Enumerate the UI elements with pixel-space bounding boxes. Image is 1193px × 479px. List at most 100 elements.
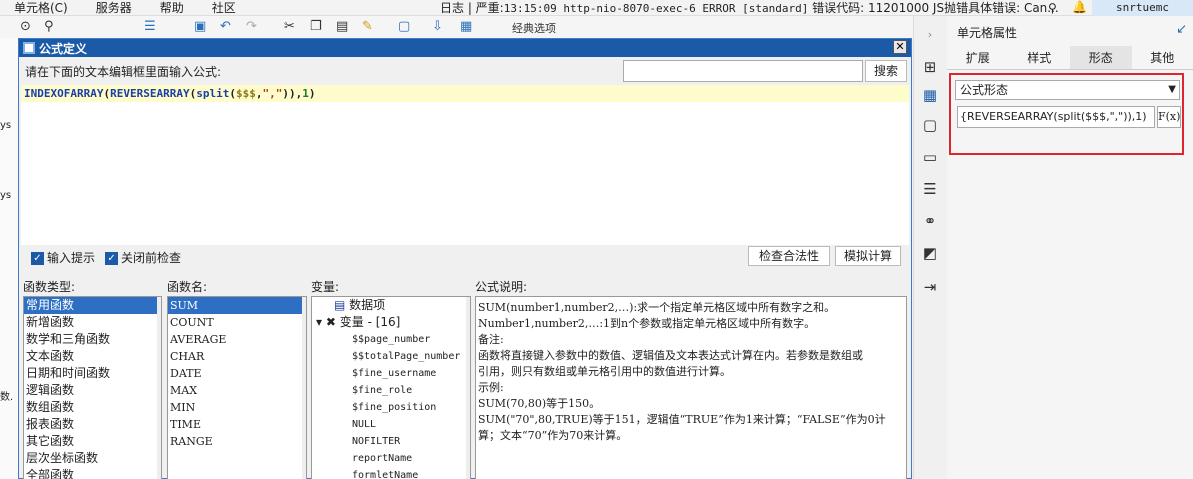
func-type-label: 函数类型:	[23, 280, 76, 294]
chevron-right-icon[interactable]: ›	[921, 26, 939, 44]
func-name-item[interactable]: CHAR	[168, 348, 306, 365]
formula-token: INDEXOFARRAY	[24, 87, 104, 100]
tab-expand[interactable]: 扩展	[947, 46, 1009, 69]
redo-icon[interactable]: ↷	[246, 19, 257, 34]
variable-item[interactable]: NOFILTER	[312, 433, 470, 450]
variable-item[interactable]: $fine_position	[312, 399, 470, 416]
pin-icon[interactable]: ↙	[1176, 22, 1187, 37]
func-name-item[interactable]: DATE	[168, 365, 306, 382]
func-type-item[interactable]: 其它函数	[24, 433, 161, 450]
search-icon[interactable]: ⚲	[44, 19, 54, 34]
tool-icon[interactable]: ⇩	[432, 19, 443, 34]
brush-icon[interactable]: ✎	[362, 19, 373, 34]
func-type-item[interactable]: 全部函数	[24, 467, 161, 479]
scrollbar[interactable]	[157, 297, 161, 479]
cell-attributes-icon[interactable]: ▦	[921, 86, 939, 104]
variable-icon: ✖	[325, 315, 336, 329]
func-name-item[interactable]: AVERAGE	[168, 331, 306, 348]
func-type-item[interactable]: 数学和三角函数	[24, 331, 161, 348]
widget-icon[interactable]: ▭	[921, 148, 939, 166]
tab-style[interactable]: 样式	[1009, 46, 1071, 69]
func-type-item[interactable]: 新增函数	[24, 314, 161, 331]
chevron-down-icon[interactable]: ▾	[316, 315, 322, 329]
left-strip-text: ys	[0, 190, 12, 201]
paste-icon[interactable]: ▤	[336, 19, 348, 34]
link-icon[interactable]: ⚭	[921, 212, 939, 230]
save-icon[interactable]: ▣	[194, 19, 206, 34]
dialog-titlebar[interactable]: 公式定义 ✕	[19, 39, 911, 57]
form-type-select[interactable]: 公式形态 ▼	[955, 80, 1180, 100]
func-name-item[interactable]: SUM	[168, 297, 306, 314]
func-name-item[interactable]: COUNT	[168, 314, 306, 331]
condition-icon[interactable]: ☰	[921, 180, 939, 198]
scrollbar[interactable]	[466, 297, 470, 479]
func-type-item[interactable]: 数组函数	[24, 399, 161, 416]
log-message[interactable]: 日志 | 严重:13:15:09 http-nio-8070-exec-6 ER…	[440, 0, 1059, 16]
func-name-label: 函数名:	[167, 280, 208, 294]
variable-item[interactable]: $$page_number	[312, 331, 470, 348]
func-name-item[interactable]: MAX	[168, 382, 306, 399]
menu-server[interactable]: 服务器	[82, 0, 146, 16]
copy-icon[interactable]: ❐	[310, 19, 322, 34]
variable-item[interactable]: $fine_role	[312, 382, 470, 399]
variable-tree[interactable]: ▤ 数据项 ▾ ✖ 变量 - [16] $$page_number $$total…	[311, 296, 471, 479]
close-icon[interactable]: ✕	[893, 40, 907, 54]
func-type-item[interactable]: 常用函数	[24, 297, 161, 314]
check-icon: ✓	[31, 252, 44, 265]
tree-variable-group[interactable]: ▾ ✖ 变量 - [16]	[312, 314, 470, 331]
func-type-item[interactable]: 日期和时间函数	[24, 365, 161, 382]
menu-community[interactable]: 社区	[198, 0, 250, 16]
menu-help[interactable]: 帮助	[146, 0, 198, 16]
toolbar-partial-label[interactable]: 经典选项	[512, 20, 556, 36]
formula-field[interactable]: {REVERSEARRAY(split($$$,",")),1)	[957, 106, 1155, 128]
func-name-item[interactable]: RANGE	[168, 433, 306, 450]
scrollbar[interactable]	[302, 297, 306, 479]
func-type-item[interactable]: 层次坐标函数	[24, 450, 161, 467]
tab-form[interactable]: 形态	[1070, 46, 1132, 69]
func-type-list[interactable]: 常用函数 新增函数 数学和三角函数 文本函数 日期和时间函数 逻辑函数 数组函数 报表函数 其它…	[23, 296, 162, 479]
search-button[interactable]: 搜索	[865, 60, 907, 82]
input-hint-checkbox[interactable]: ✓ 输入提示	[31, 249, 95, 266]
description-line: Number1,number2,…:1到n个参数或指定单元格区域中所有数字。	[478, 317, 816, 330]
validate-button[interactable]: 检查合法性	[748, 246, 830, 266]
variable-item[interactable]: $fine_username	[312, 365, 470, 382]
formula-editor[interactable]: INDEXOFARRAY(REVERSEARRAY(split($$$,",")…	[21, 85, 909, 245]
func-name-item[interactable]: TIME	[168, 416, 306, 433]
description-line: 备注:	[478, 333, 504, 346]
description-line: SUM(70,80)等于150。	[478, 397, 601, 410]
function-search-input[interactable]	[623, 60, 863, 82]
grid-icon[interactable]: ⊞	[921, 58, 939, 76]
func-type-item[interactable]: 报表函数	[24, 416, 161, 433]
simulate-button[interactable]: 模拟计算	[835, 246, 901, 266]
search-icon[interactable]: ⚲	[1048, 1, 1057, 15]
cut-icon[interactable]: ✂	[284, 19, 295, 34]
user-name[interactable]: snrtuemc	[1092, 0, 1193, 16]
chevron-down-icon[interactable]: ▼	[1168, 81, 1176, 99]
undo-icon[interactable]: ↶	[220, 19, 231, 34]
menu-lines-icon[interactable]: ☰	[144, 19, 156, 34]
tree-data-item[interactable]: ▤ 数据项	[312, 297, 470, 314]
variable-item[interactable]: reportName	[312, 450, 470, 467]
log-suffix: 错误代码: 11201000 JS抛错具体错误: Can...	[808, 1, 1059, 15]
menu-cell[interactable]: 单元格(C)	[0, 0, 82, 16]
formula-line[interactable]: INDEXOFARRAY(REVERSEARRAY(split($$$,",")…	[21, 85, 909, 102]
formula-editor-button[interactable]: F(x)	[1157, 106, 1181, 128]
func-type-item[interactable]: 逻辑函数	[24, 382, 161, 399]
bell-icon[interactable]: 🔔	[1072, 0, 1087, 14]
variable-item[interactable]: $$totalPage_number	[312, 348, 470, 365]
grid-icon[interactable]: ▦	[460, 19, 472, 34]
left-strip-text: 数.	[0, 392, 14, 403]
tab-other[interactable]: 其他	[1132, 46, 1193, 69]
import-icon[interactable]: ⇥	[921, 278, 939, 296]
square-icon[interactable]: ▢	[921, 116, 939, 134]
func-name-list[interactable]: SUM COUNT AVERAGE CHAR DATE MAX MIN TIME RANGE	[167, 296, 307, 479]
variable-item[interactable]: formletName	[312, 467, 470, 479]
func-name-item[interactable]: MIN	[168, 399, 306, 416]
export-icon[interactable]: ◩	[921, 244, 939, 262]
func-type-item[interactable]: 文本函数	[24, 348, 161, 365]
check-before-close-checkbox[interactable]: ✓ 关闭前检查	[105, 249, 181, 266]
target-icon[interactable]: ⊙	[20, 19, 31, 34]
cell-properties-panel: 单元格属性 ↙ 扩展 样式 形态 其他 公式形态 ▼ {REVERSEARRAY…	[947, 16, 1193, 479]
preview-icon[interactable]: ▢	[398, 19, 410, 34]
variable-item[interactable]: NULL	[312, 416, 470, 433]
